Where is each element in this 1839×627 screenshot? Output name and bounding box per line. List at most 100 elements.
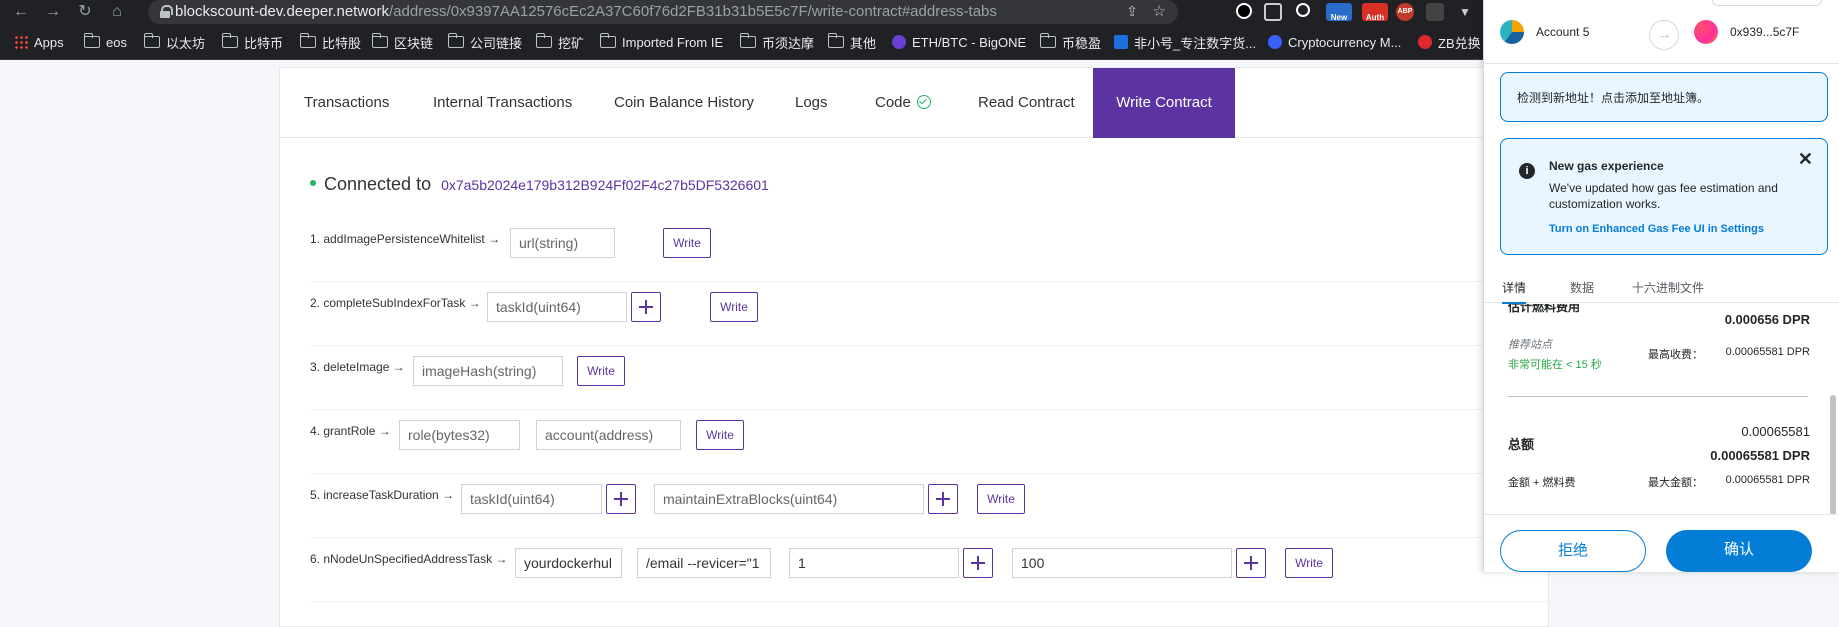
extension-circle-icon[interactable] bbox=[1236, 3, 1252, 19]
function-row-3: 3. deleteImage → imageHash(string) Write bbox=[310, 346, 1550, 410]
imagehash-input[interactable]: imageHash(string) bbox=[413, 356, 563, 386]
details-scrollbar[interactable] bbox=[1830, 395, 1836, 515]
bookmark-zb[interactable]: ZB兑换 bbox=[1418, 33, 1481, 51]
multiply-plus-button[interactable] bbox=[963, 548, 993, 578]
maintain-extra-blocks-input[interactable]: maintainExtraBlocks(uint64) bbox=[654, 484, 924, 514]
bookmark-bitcoin[interactable]: 比特币 bbox=[221, 33, 283, 51]
bookmark-apps[interactable]: Apps bbox=[14, 33, 64, 51]
bookmark-ethereum[interactable]: 以太坊 bbox=[143, 33, 205, 51]
folder-icon bbox=[221, 33, 238, 48]
folder-icon bbox=[535, 33, 552, 48]
extension-square-icon[interactable] bbox=[1264, 3, 1282, 21]
bookmark-imported-ie[interactable]: Imported From IE bbox=[599, 33, 723, 51]
account-input[interactable]: account(address) bbox=[536, 420, 681, 450]
write-button[interactable]: Write bbox=[977, 484, 1025, 514]
new-address-notice[interactable]: 检测到新地址！点击添加至地址簿。 bbox=[1500, 72, 1828, 122]
to-account-address[interactable]: 0x939...5c7F bbox=[1730, 25, 1799, 39]
network-pill[interactable] bbox=[1712, 0, 1822, 6]
from-account-name[interactable]: Account 5 bbox=[1536, 25, 1589, 39]
function-row-6: 6. nNodeUnSpecifiedAddressTask → yourdoc… bbox=[310, 538, 1550, 602]
max-amount-label: 最大金额： bbox=[1648, 477, 1703, 489]
function-row-5: 5. increaseTaskDuration → taskId(uint64)… bbox=[310, 474, 1550, 538]
tab-code[interactable]: Code bbox=[875, 68, 931, 138]
bookmark-company-links[interactable]: 公司链接 bbox=[447, 33, 522, 51]
taskid-input[interactable]: taskId(uint64) bbox=[487, 292, 627, 322]
folder-icon bbox=[1039, 33, 1056, 48]
extension-ring-icon[interactable] bbox=[1296, 3, 1310, 17]
total-small-value: 0.00065581 bbox=[1741, 424, 1810, 439]
write-button[interactable]: Write bbox=[1285, 548, 1333, 578]
total-value: 0.00065581 DPR bbox=[1710, 448, 1810, 463]
function-row-1: 1. addImagePersistenceWhitelist → url(st… bbox=[310, 218, 1550, 282]
connected-address[interactable]: 0x7a5b2024e179b312B924Ff02F4c27b5DF53266… bbox=[441, 177, 769, 193]
address-tabs: Transactions Internal Transactions Coin … bbox=[280, 68, 1548, 138]
extension-auth-icon[interactable]: Auth bbox=[1362, 3, 1388, 22]
write-button[interactable]: Write bbox=[663, 228, 711, 258]
folder-icon bbox=[83, 33, 100, 48]
max-fee-label: 最高收费： bbox=[1648, 349, 1703, 361]
url-text: blockscount-dev.deeper.network/address/0… bbox=[175, 3, 997, 20]
tab-write-contract[interactable]: Write Contract bbox=[1093, 68, 1235, 138]
multiply-plus-button[interactable] bbox=[606, 484, 636, 514]
extension-mountain-icon[interactable] bbox=[1426, 3, 1444, 21]
tab-data[interactable]: 数据 bbox=[1570, 279, 1594, 296]
tab-details[interactable]: 详情 bbox=[1502, 279, 1527, 304]
duration-input[interactable]: 100 bbox=[1012, 548, 1232, 578]
verified-check-icon bbox=[916, 95, 931, 109]
folder-icon bbox=[739, 33, 756, 48]
bookmark-biwenying[interactable]: 币稳盈 bbox=[1039, 33, 1101, 51]
forward-icon[interactable]: → bbox=[42, 2, 64, 22]
write-button[interactable]: Write bbox=[710, 292, 758, 322]
image-input[interactable]: yourdockerhul bbox=[515, 548, 622, 578]
multiply-plus-button[interactable] bbox=[928, 484, 958, 514]
role-input[interactable]: role(bytes32) bbox=[399, 420, 520, 450]
command-input[interactable]: /email --revicer="1 bbox=[637, 548, 771, 578]
bookmark-blockchain[interactable]: 区块链 bbox=[371, 33, 433, 51]
bookmark-star-icon[interactable]: ☆ bbox=[1153, 2, 1166, 20]
connected-label: Connected to bbox=[324, 174, 432, 194]
tab-logs[interactable]: Logs bbox=[795, 68, 828, 138]
write-button[interactable]: Write bbox=[696, 420, 744, 450]
to-account-avatar bbox=[1694, 20, 1718, 44]
share-icon[interactable]: ⇪ bbox=[1126, 3, 1138, 20]
multiply-plus-button[interactable] bbox=[1236, 548, 1266, 578]
count-input[interactable]: 1 bbox=[789, 548, 959, 578]
url-input[interactable]: url(string) bbox=[510, 228, 615, 258]
write-button[interactable]: Write bbox=[577, 356, 625, 386]
extension-new-icon[interactable]: New bbox=[1326, 3, 1352, 22]
function-name: 2. completeSubIndexForTask → bbox=[310, 296, 481, 310]
tab-read-contract[interactable]: Read Contract bbox=[978, 68, 1075, 138]
confirm-button[interactable]: 确认 bbox=[1666, 530, 1812, 572]
home-icon[interactable]: ⌂ bbox=[106, 2, 128, 22]
bookmark-eos[interactable]: eos bbox=[83, 33, 127, 51]
adblock-icon[interactable]: ABP bbox=[1396, 3, 1414, 21]
bookmark-feixiaohao[interactable]: 非小号_专注数字货... bbox=[1114, 33, 1256, 51]
speed-estimate: 非常可能在 < 15 秒 bbox=[1508, 359, 1602, 371]
function-name: 4. grantRole → bbox=[310, 424, 391, 438]
taskid-input[interactable]: taskId(uint64) bbox=[461, 484, 602, 514]
tab-transactions[interactable]: Transactions bbox=[304, 68, 389, 138]
close-icon[interactable]: ✕ bbox=[1798, 149, 1813, 170]
bookmark-bixu[interactable]: 币须达摩 bbox=[739, 33, 814, 51]
estimated-gas-label: 估计燃料费用 bbox=[1508, 304, 1581, 314]
tab-hex[interactable]: 十六进制文件 bbox=[1632, 279, 1704, 296]
tab-coin-balance-history[interactable]: Coin Balance History bbox=[614, 68, 754, 138]
bookmark-bitshares[interactable]: 比特股 bbox=[299, 33, 361, 51]
tab-internal-transactions[interactable]: Internal Transactions bbox=[433, 68, 572, 138]
folder-icon bbox=[299, 33, 316, 48]
extension-menu-icon[interactable]: ▼ bbox=[1456, 3, 1474, 21]
bookmark-other[interactable]: 其他 bbox=[827, 33, 876, 51]
gas-settings-link[interactable]: Turn on Enhanced Gas Fee UI in Settings bbox=[1549, 223, 1764, 235]
bookmark-mining[interactable]: 挖矿 bbox=[535, 33, 584, 51]
coinmarketcap-icon bbox=[1268, 35, 1282, 49]
bookmark-bigone[interactable]: ETH/BTC - BigONE bbox=[892, 33, 1026, 51]
multiply-plus-button[interactable] bbox=[631, 292, 661, 322]
total-label: 总额 bbox=[1508, 437, 1535, 452]
reject-button[interactable]: 拒绝 bbox=[1500, 530, 1646, 572]
address-bar[interactable]: blockscount-dev.deeper.network/address/0… bbox=[148, 0, 1178, 24]
back-icon[interactable]: ← bbox=[10, 2, 32, 22]
amount-gas-label: 金额 + 燃料费 bbox=[1508, 477, 1576, 489]
reload-icon[interactable]: ↻ bbox=[74, 2, 96, 22]
bookmark-coinmarketcap[interactable]: Cryptocurrency M... bbox=[1268, 33, 1401, 51]
max-fee-value: 0.00065581 DPR bbox=[1725, 346, 1810, 358]
